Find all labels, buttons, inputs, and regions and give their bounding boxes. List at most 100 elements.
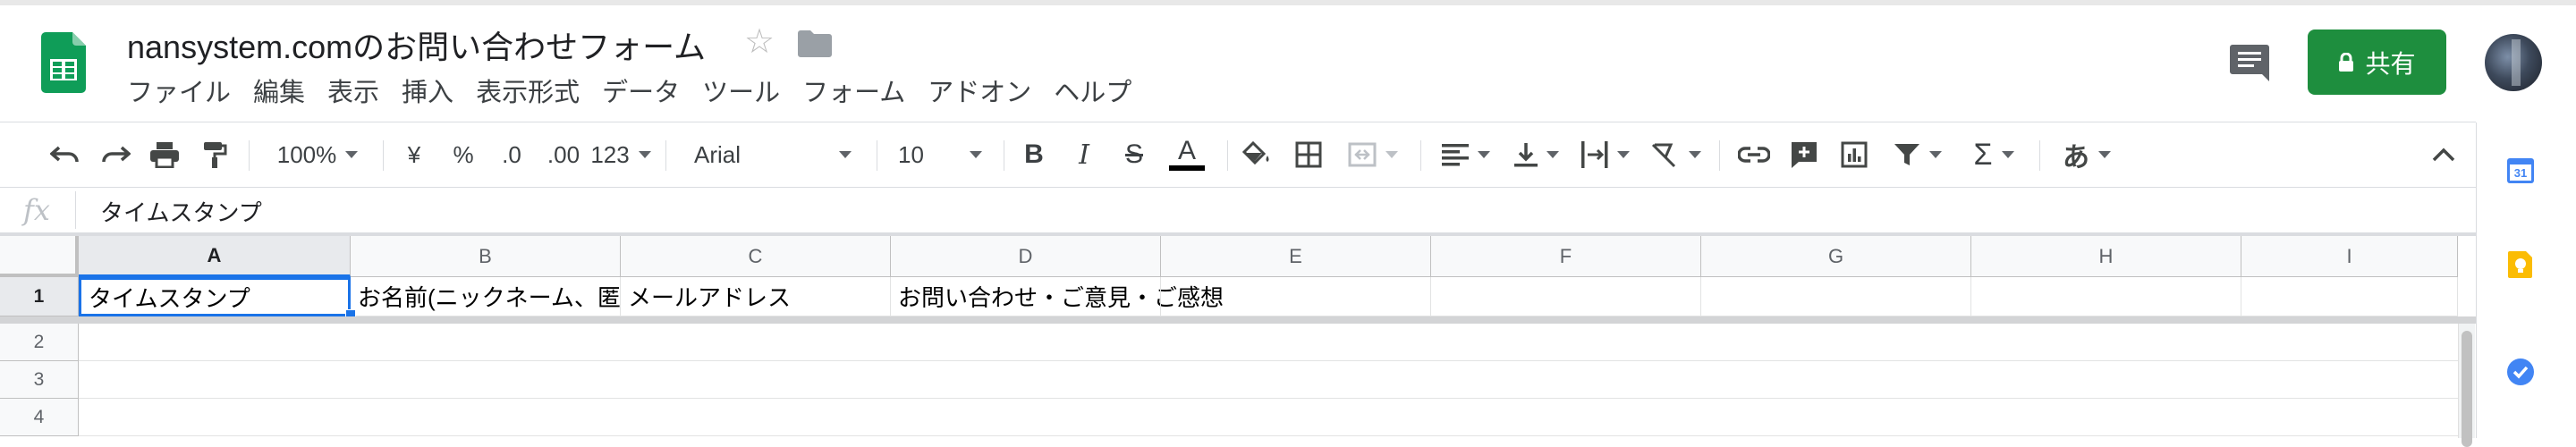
insert-comment-icon[interactable] — [1785, 122, 1823, 187]
borders-icon[interactable] — [1290, 122, 1327, 187]
strikethrough-button[interactable]: S — [1116, 122, 1152, 187]
menu-form[interactable]: フォーム — [802, 77, 917, 109]
scrollbar-thumb[interactable] — [2462, 331, 2472, 447]
column-header-b[interactable]: B — [351, 236, 621, 277]
row-header-1[interactable]: 1 — [0, 277, 79, 316]
frozen-row-divider[interactable] — [0, 316, 2476, 324]
merge-cells-icon[interactable] — [1342, 122, 1404, 187]
insert-link-icon[interactable] — [1735, 122, 1773, 187]
account-avatar[interactable] — [2485, 34, 2542, 91]
insert-chart-icon[interactable] — [1835, 122, 1873, 187]
fx-icon: fx — [23, 193, 50, 227]
column-header-f[interactable]: F — [1431, 236, 1701, 277]
menu-edit[interactable]: 編集 — [253, 77, 317, 109]
formula-divider — [75, 191, 76, 229]
more-formats-button[interactable]: 123 — [590, 122, 651, 187]
empty-cells-area[interactable] — [79, 324, 2458, 436]
menu-data[interactable]: データ — [602, 77, 691, 109]
cell-i1[interactable] — [2241, 277, 2458, 316]
currency-format-button[interactable]: ¥ — [399, 122, 429, 187]
share-button[interactable]: 共有 — [2308, 30, 2446, 95]
cell-b1[interactable]: お名前(ニックネーム、匿 — [351, 277, 621, 316]
star-icon[interactable]: ☆ — [744, 25, 775, 59]
horizontal-align-icon[interactable] — [1435, 122, 1497, 187]
menu-insert[interactable]: 挿入 — [402, 77, 465, 109]
input-tools-label: あ — [2063, 143, 2089, 173]
column-header-g[interactable]: G — [1701, 236, 1971, 277]
collapse-toolbar-icon[interactable] — [2426, 122, 2462, 187]
formula-input[interactable]: タイムスタンプ — [100, 195, 262, 228]
cell-h1[interactable] — [1971, 277, 2241, 316]
comment-history-icon[interactable] — [2229, 43, 2270, 82]
toolbar-separator — [2039, 140, 2040, 171]
cell-a1[interactable]: タイムスタンプ — [79, 277, 351, 316]
column-divider — [1160, 277, 1161, 316]
text-color-label: A — [1177, 136, 1196, 165]
column-header-c[interactable]: C — [621, 236, 891, 277]
row-header-4[interactable]: 4 — [0, 399, 79, 436]
column-header-d[interactable]: D — [891, 236, 1161, 277]
decrease-decimal-button[interactable]: .0 — [494, 122, 530, 187]
chevron-down-icon — [839, 151, 852, 158]
chevron-down-icon — [2001, 151, 2014, 158]
toolbar: 100% ¥ % .0 .00 123 Arial 10 B I S A Σ あ — [0, 122, 2476, 187]
cell-f1[interactable] — [1431, 277, 1701, 316]
menu-file[interactable]: ファイル — [127, 77, 242, 109]
chevron-down-icon — [1929, 151, 1942, 158]
redo-icon[interactable] — [97, 122, 134, 187]
column-header-i[interactable]: I — [2241, 236, 2458, 277]
text-wrapping-icon[interactable] — [1576, 122, 1635, 187]
more-formats-label: 123 — [590, 140, 630, 168]
document-title[interactable]: nansystem.comのお問い合わせフォーム — [127, 21, 706, 68]
vertical-align-icon[interactable] — [1508, 122, 1565, 187]
paint-format-icon[interactable] — [199, 122, 231, 187]
cell-c1[interactable]: メールアドレス — [621, 277, 891, 316]
column-header-h[interactable]: H — [1971, 236, 2241, 277]
bold-button[interactable]: B — [1016, 122, 1052, 187]
column-header-e[interactable]: E — [1161, 236, 1431, 277]
cell-d1[interactable]: お問い合わせ・ご意見・ご感想 — [891, 277, 1431, 316]
menu-format[interactable]: 表示形式 — [476, 77, 591, 109]
currency-label: ¥ — [407, 140, 421, 168]
toolbar-separator — [1227, 140, 1228, 171]
sheets-logo-icon[interactable] — [41, 32, 86, 93]
menu-view[interactable]: 表示 — [327, 77, 391, 109]
filter-icon[interactable] — [1887, 122, 1948, 187]
fill-color-icon[interactable] — [1238, 122, 1275, 187]
text-rotation-icon[interactable] — [1646, 122, 1707, 187]
print-icon[interactable] — [147, 122, 182, 187]
menu-tools[interactable]: ツール — [702, 77, 792, 109]
side-panel: 31 — [2476, 122, 2576, 438]
column-header-a[interactable]: A — [79, 236, 351, 277]
menu-addons[interactable]: アドオン — [928, 77, 1043, 109]
toolbar-divider — [0, 187, 2476, 188]
chevron-down-icon — [970, 151, 982, 158]
select-all-corner[interactable] — [0, 236, 79, 277]
sigma-glyph: Σ — [1973, 137, 1993, 172]
cell-g1[interactable] — [1701, 277, 1971, 316]
menu-help[interactable]: ヘルプ — [1054, 77, 1143, 109]
zoom-select[interactable]: 100% — [267, 122, 369, 187]
vertical-scrollbar[interactable] — [2458, 324, 2475, 447]
tasks-icon[interactable] — [2505, 357, 2536, 387]
svg-text:31: 31 — [2514, 166, 2527, 180]
font-family-select[interactable]: Arial — [682, 122, 860, 187]
calendar-icon[interactable]: 31 — [2505, 155, 2536, 185]
text-color-button[interactable]: A — [1165, 122, 1209, 187]
font-size-value: 10 — [898, 140, 924, 168]
row-header-3[interactable]: 3 — [0, 361, 79, 399]
bold-label: B — [1024, 139, 1044, 169]
font-size-select[interactable]: 10 — [886, 122, 989, 187]
toolbar-separator — [1719, 140, 1720, 171]
window-top-edge — [0, 0, 2576, 5]
share-label: 共有 — [2365, 49, 2416, 78]
percent-format-button[interactable]: % — [447, 122, 479, 187]
keep-icon[interactable] — [2505, 249, 2536, 280]
input-tools-button[interactable]: あ — [2054, 122, 2120, 187]
folder-icon[interactable] — [798, 30, 832, 57]
undo-icon[interactable] — [47, 122, 84, 187]
italic-button[interactable]: I — [1066, 122, 1102, 187]
row-header-2[interactable]: 2 — [0, 324, 79, 361]
functions-icon[interactable]: Σ — [1964, 122, 2023, 187]
increase-decimal-button[interactable]: .00 — [542, 122, 585, 187]
